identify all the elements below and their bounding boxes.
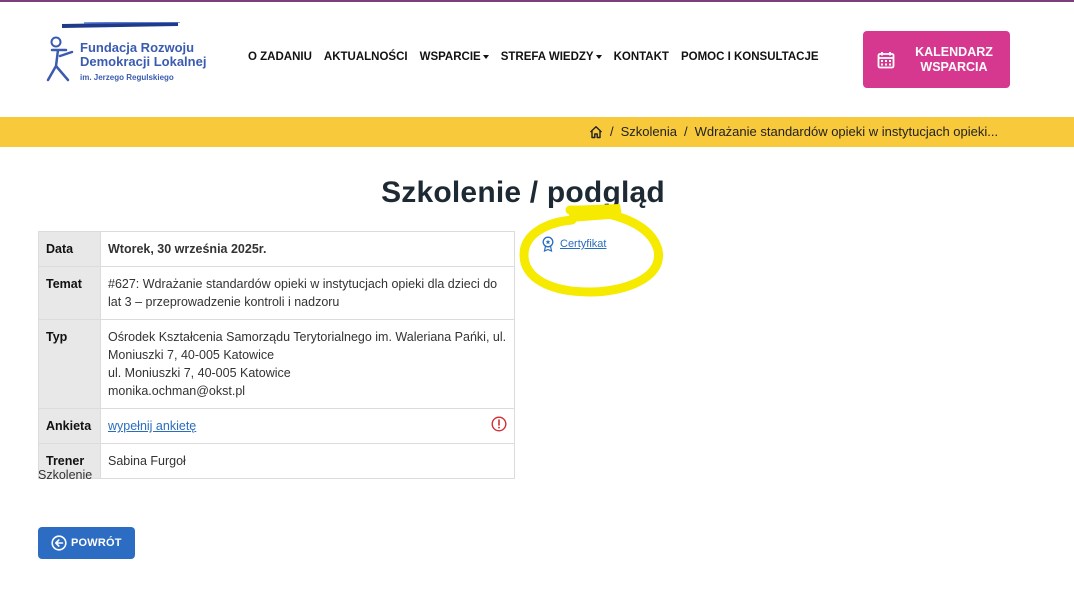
table-row: Data Wtorek, 30 września 2025r. [38,231,515,267]
table-row: Trener Sabina Furgoł [38,443,515,479]
type-email: monika.ochman@okst.pl [108,384,246,398]
nav-item-label: POMOC I KONSULTACJE [680,51,819,63]
caret-down-icon [482,55,489,59]
trainer-value: Sabina Furgoł [100,443,515,479]
nav-item-kontakt[interactable]: KONTAKT [614,51,669,63]
site-logo[interactable]: Fundacja Rozwoju Demokracji Lokalnej im.… [44,22,224,92]
survey-value: wypełnij ankietę [100,408,515,444]
certificate-label: Certyfikat [560,238,607,250]
table-row: Ankieta wypełnij ankietę [38,408,515,444]
table-row: Temat #627: Wdrażanie standardów opieki … [38,266,515,320]
nav-item-wsparcie[interactable]: WSPARCIE [420,51,489,63]
training-footer-text: Szkolenie [38,468,93,482]
highlight-circle-annotation [519,204,663,297]
nav-item-o-zadaniu[interactable]: O ZADANIU [248,51,312,63]
calendar-support-button[interactable]: KALENDARZ WSPARCIA [863,31,1010,88]
breadcrumb-item-szkolenia[interactable]: Szkolenia [621,124,677,139]
calendar-icon [877,51,895,68]
topic-value: #627: Wdrażanie standardów opieki w inst… [100,266,515,320]
type-label: Typ [38,319,101,409]
certificate-link[interactable]: Certyfikat [541,236,606,252]
breadcrumb: / Szkolenia / Wdrażanie standardów opiek… [589,124,998,139]
nav-item-aktualnosci[interactable]: AKTUALNOŚCI [324,51,408,63]
calendar-label-line2: WSPARCIA [920,59,988,74]
nav-item-label: AKTUALNOŚCI [323,51,408,63]
breadcrumb-separator: / [610,124,614,139]
page-title: Szkolenie / podgląd [381,176,665,209]
survey-label: Ankieta [38,408,101,444]
site-header: Fundacja Rozwoju Demokracji Lokalnej im.… [0,2,1074,117]
calendar-button-label: KALENDARZ WSPARCIA [913,45,995,75]
logo-text-line2: Demokracji Lokalnej [80,54,207,69]
training-details-table: Data Wtorek, 30 września 2025r. Temat #6… [38,231,515,479]
calendar-label-line1: KALENDARZ [915,44,993,59]
logo-text-line1: Fundacja Rozwoju [80,40,195,55]
date-label: Data [38,231,101,267]
nav-item-label: KONTAKT [613,51,669,63]
fill-survey-link[interactable]: wypełnij ankietę [108,419,196,433]
home-icon[interactable] [589,125,603,139]
breadcrumb-separator: / [684,124,688,139]
nav-item-strefa-wiedzy[interactable]: STREFA WIEDZY [501,51,602,63]
back-button[interactable]: POWRÓT [38,527,135,559]
breadcrumb-bar: / Szkolenia / Wdrażanie standardów opiek… [0,117,1074,147]
nav-item-label: STREFA WIEDZY [500,51,594,63]
topic-label: Temat [38,266,101,320]
date-value: Wtorek, 30 września 2025r. [100,231,515,267]
table-row: Typ Ośrodek Kształcenia Samorządu Teryto… [38,319,515,409]
breadcrumb-item-current: Wdrażanie standardów opieki w instytucja… [694,124,999,139]
back-button-label: POWRÓT [71,537,122,549]
type-value: Ośrodek Kształcenia Samorządu Terytorial… [100,319,515,409]
main-nav: O ZADANIU AKTUALNOŚCI WSPARCIE STREFA WI… [248,51,831,63]
logo-text-line3: im. Jerzego Regulskiego [80,73,174,82]
nav-item-pomoc-i-konsultacje[interactable]: POMOC I KONSULTACJE [681,51,819,63]
alert-circle-icon [491,416,507,432]
nav-item-label: O ZADANIU [248,51,312,63]
arrow-left-circle-icon [51,535,67,551]
caret-down-icon [595,55,602,59]
certificate-icon [542,236,554,252]
type-organization: Ośrodek Kształcenia Samorządu Terytorial… [108,330,507,362]
nav-item-label: WSPARCIE [419,51,481,63]
type-address: ul. Moniuszki 7, 40-005 Katowice [108,366,291,380]
